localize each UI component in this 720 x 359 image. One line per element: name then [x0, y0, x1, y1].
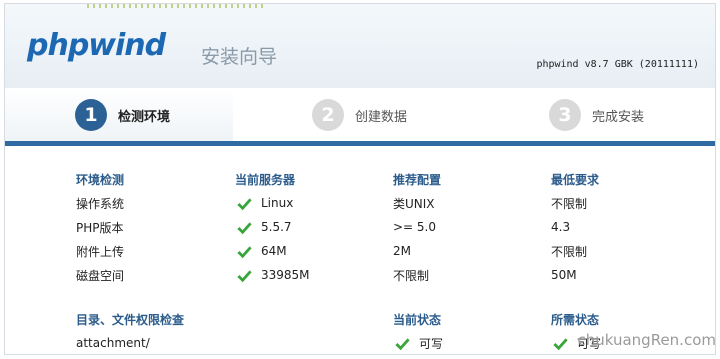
- env-item: PHP版本: [76, 220, 124, 235]
- installer-header: phpwind 安装向导 phpwind v8.7 GBK (20111111): [5, 4, 715, 89]
- step-progress-line: [5, 141, 715, 146]
- env-current: 33985M: [237, 266, 310, 284]
- step-2-label: 创建数据: [355, 109, 408, 125]
- step-2: 2 创建数据: [312, 98, 407, 132]
- step-1: 1 检测环境: [75, 98, 170, 132]
- step-1-label: 检测环境: [118, 109, 171, 125]
- env-minimum: 50M: [551, 268, 577, 282]
- env-recommended: 不限制: [393, 268, 430, 283]
- installer-title: 安装向导: [201, 46, 278, 68]
- check-icon: [553, 337, 568, 350]
- env-current: 64M: [237, 242, 287, 260]
- env-current-value: 5.5.7: [261, 220, 292, 234]
- env-current-value: 64M: [261, 244, 287, 258]
- watermark-text: chukuangRen.com: [577, 331, 716, 349]
- check-icon: [237, 245, 252, 258]
- env-current-value: Linux: [261, 196, 294, 210]
- env-minimum: 不限制: [551, 244, 588, 259]
- installer-window: phpwind 安装向导 phpwind v8.7 GBK (20111111)…: [4, 3, 716, 355]
- env-current: Linux: [237, 194, 293, 212]
- step-3: 3 完成安装: [549, 98, 644, 132]
- env-item: 附件上传: [76, 244, 125, 259]
- col-header-recommended: 推荐配置: [393, 172, 442, 187]
- check-icon: [395, 337, 410, 350]
- col-header-minimum: 最低要求: [551, 172, 600, 187]
- env-minimum: 4.3: [551, 220, 571, 234]
- step-2-number: 2: [312, 99, 344, 131]
- header-decoration: [87, 4, 265, 8]
- env-current: 5.5.7: [237, 218, 292, 236]
- col-header-env: 环境检测: [76, 172, 125, 187]
- step-3-label: 完成安装: [592, 109, 645, 125]
- col-header-dir: 目录、文件权限检查: [76, 312, 185, 327]
- env-item: 磁盘空间: [76, 268, 125, 283]
- col-header-dir-current: 当前状态: [393, 312, 442, 327]
- step-bar: 1 检测环境 2 创建数据 3 完成安装: [5, 88, 715, 144]
- version-text: phpwind v8.7 GBK (20111111): [536, 59, 699, 70]
- col-header-current: 当前服务器: [235, 172, 296, 187]
- check-icon: [237, 221, 252, 234]
- env-recommended: >= 5.0: [393, 220, 437, 234]
- env-recommended: 2M: [393, 244, 411, 258]
- check-icon: [237, 269, 252, 282]
- phpwind-logo: phpwind: [27, 28, 166, 63]
- env-current-value: 33985M: [261, 268, 310, 282]
- env-item: 操作系统: [76, 196, 125, 211]
- dir-current-value: 可写: [419, 336, 444, 351]
- check-icon: [237, 197, 252, 210]
- env-recommended: 类UNIX: [393, 196, 435, 211]
- dir-current-status: 可写: [395, 334, 443, 352]
- step-3-number: 3: [549, 99, 581, 131]
- dir-path: attachment/: [76, 336, 150, 350]
- env-minimum: 不限制: [551, 196, 588, 211]
- step-1-number: 1: [75, 99, 107, 131]
- col-header-dir-required: 所需状态: [551, 312, 600, 327]
